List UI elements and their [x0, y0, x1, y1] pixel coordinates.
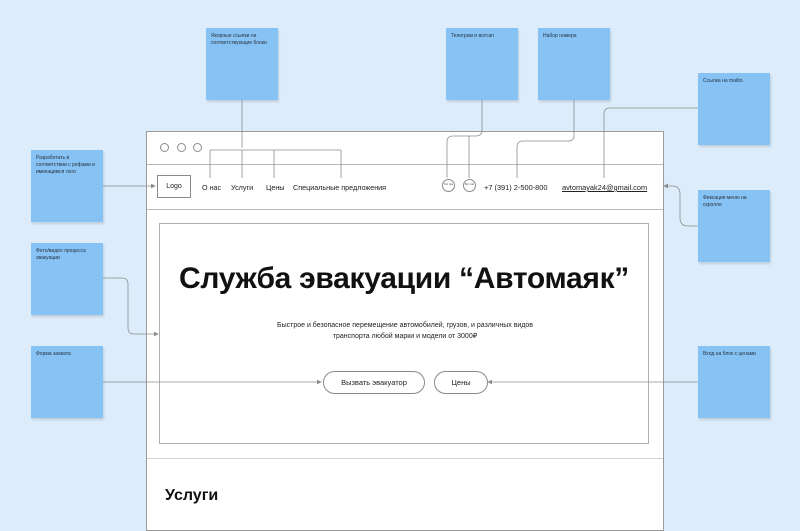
- connector-phone: [516, 100, 575, 178]
- connector-lines: [103, 100, 698, 385]
- connector-anchor-links: [209, 100, 342, 178]
- connector-email: [603, 107, 698, 178]
- connector-photo-video: [103, 277, 159, 337]
- connector-telegram: [446, 100, 483, 178]
- connector-fixed-menu: [663, 183, 698, 227]
